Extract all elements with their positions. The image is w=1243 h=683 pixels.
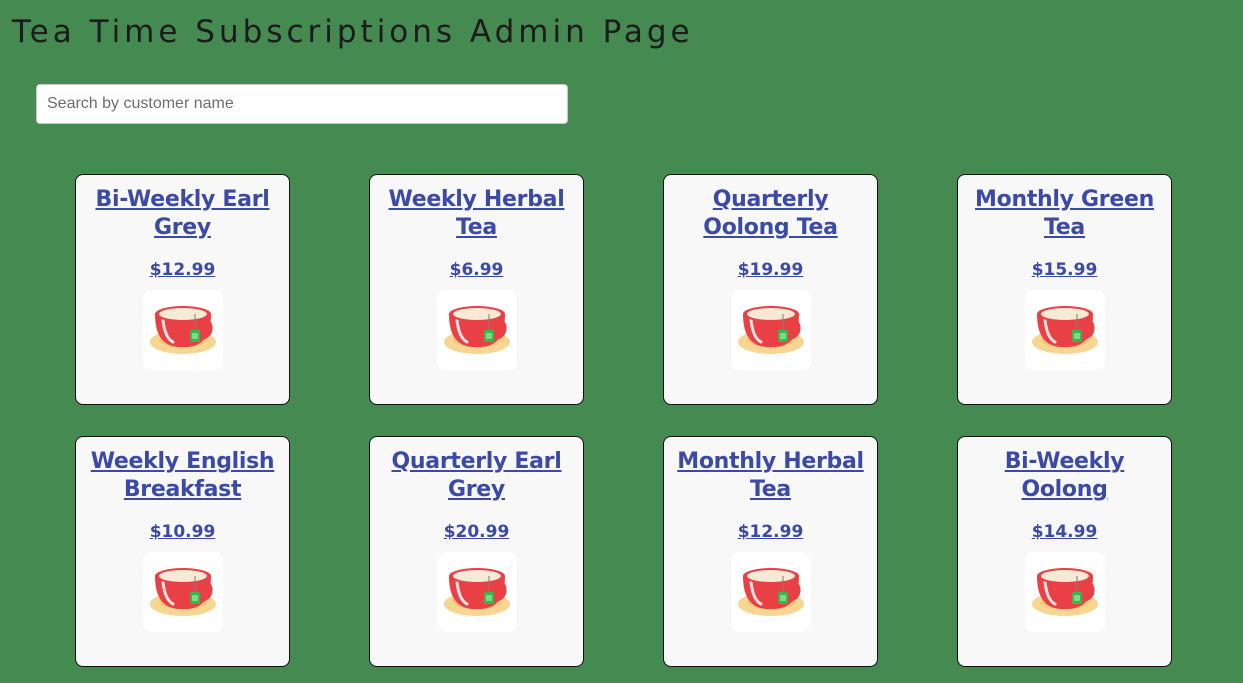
subscription-title-link[interactable]: Quarterly Earl Grey (370, 448, 583, 506)
teacup-icon (730, 552, 811, 632)
subscription-card[interactable]: Bi-Weekly Oolong $14.99 (957, 436, 1172, 667)
subscription-price-link[interactable]: $20.99 (370, 520, 583, 544)
subscription-price-link[interactable]: $14.99 (958, 520, 1171, 544)
page-title: Tea Time Subscriptions Admin Page (12, 14, 694, 50)
subscription-price-link[interactable]: $12.99 (76, 258, 289, 282)
subscription-price-link[interactable]: $15.99 (958, 258, 1171, 282)
teacup-icon (436, 290, 517, 370)
teacup-icon (730, 290, 811, 370)
subscription-card[interactable]: Quarterly Oolong Tea $19.99 (663, 174, 878, 405)
teacup-icon (142, 290, 223, 370)
search-input[interactable] (36, 84, 568, 124)
subscription-price-link[interactable]: $12.99 (664, 520, 877, 544)
subscription-card[interactable]: Weekly Herbal Tea $6.99 (369, 174, 584, 405)
teacup-icon (1024, 552, 1105, 632)
subscription-title-link[interactable]: Bi-Weekly Oolong (958, 448, 1171, 506)
subscription-price-link[interactable]: $19.99 (664, 258, 877, 282)
subscription-title-link[interactable]: Weekly Herbal Tea (370, 186, 583, 244)
subscription-title-link[interactable]: Quarterly Oolong Tea (664, 186, 877, 244)
subscription-price-link[interactable]: $10.99 (76, 520, 289, 544)
subscription-grid: Bi-Weekly Earl Grey $12.99 Weekly Herbal… (75, 174, 1173, 667)
subscription-card[interactable]: Monthly Herbal Tea $12.99 (663, 436, 878, 667)
teacup-icon (1024, 290, 1105, 370)
subscription-card[interactable]: Weekly English Breakfast $10.99 (75, 436, 290, 667)
teacup-icon (436, 552, 517, 632)
subscription-price-link[interactable]: $6.99 (370, 258, 583, 282)
teacup-icon (142, 552, 223, 632)
subscription-card[interactable]: Bi-Weekly Earl Grey $12.99 (75, 174, 290, 405)
subscription-title-link[interactable]: Weekly English Breakfast (76, 448, 289, 506)
subscription-title-link[interactable]: Monthly Herbal Tea (664, 448, 877, 506)
subscription-title-link[interactable]: Bi-Weekly Earl Grey (76, 186, 289, 244)
subscription-card[interactable]: Quarterly Earl Grey $20.99 (369, 436, 584, 667)
subscription-title-link[interactable]: Monthly Green Tea (958, 186, 1171, 244)
subscription-card[interactable]: Monthly Green Tea $15.99 (957, 174, 1172, 405)
